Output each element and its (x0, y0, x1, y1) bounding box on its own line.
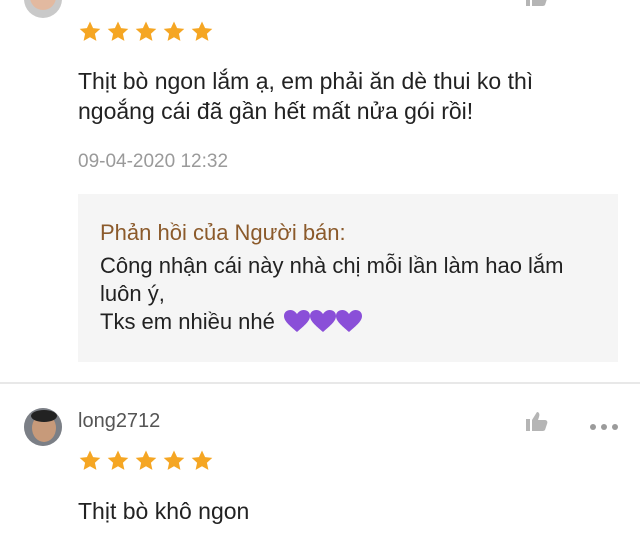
reviewer-username[interactable]: long2712 (78, 410, 160, 433)
star-icon (107, 450, 129, 470)
star-icon (163, 21, 185, 41)
star-icon (191, 450, 213, 470)
seller-reply-line: Tks em nhiều nhé (100, 309, 275, 334)
reviewer-avatar[interactable] (24, 408, 62, 446)
review-text: Thịt bò ngon lắm ạ, em phải ăn dè thui k… (78, 68, 534, 124)
star-icon (79, 21, 101, 41)
review-timestamp: 09-04-2020 12:32 (78, 151, 229, 172)
purple-heart-icon (284, 310, 310, 332)
seller-reply-line-with-hearts: Tks em nhiều nhé (100, 308, 600, 336)
like-icon[interactable] (524, 410, 548, 432)
like-icon[interactable] (524, 0, 548, 6)
purple-heart-icon (336, 310, 362, 332)
seller-reply-text: Công nhận cái này nhà chị mỗi lần làm ha… (100, 252, 600, 336)
reviewer-avatar[interactable] (24, 0, 62, 18)
seller-reply-label: Phản hồi của Người bán: (100, 220, 346, 245)
star-icon (135, 450, 157, 470)
star-icon (191, 21, 213, 41)
seller-reply-box: Phản hồi của Người bán: Công nhận cái nà… (78, 194, 618, 362)
star-icon (163, 450, 185, 470)
more-icon[interactable] (590, 417, 630, 430)
star-icon (107, 21, 129, 41)
rating-stars (78, 449, 214, 473)
review-divider (0, 382, 640, 384)
rating-stars (78, 20, 214, 44)
purple-heart-icon (310, 310, 336, 332)
star-icon (135, 21, 157, 41)
seller-reply-line: Công nhận cái này nhà chị mỗi lần làm ha… (100, 253, 564, 306)
review-text: Thịt bò khô ngon (78, 498, 250, 524)
star-icon (79, 450, 101, 470)
